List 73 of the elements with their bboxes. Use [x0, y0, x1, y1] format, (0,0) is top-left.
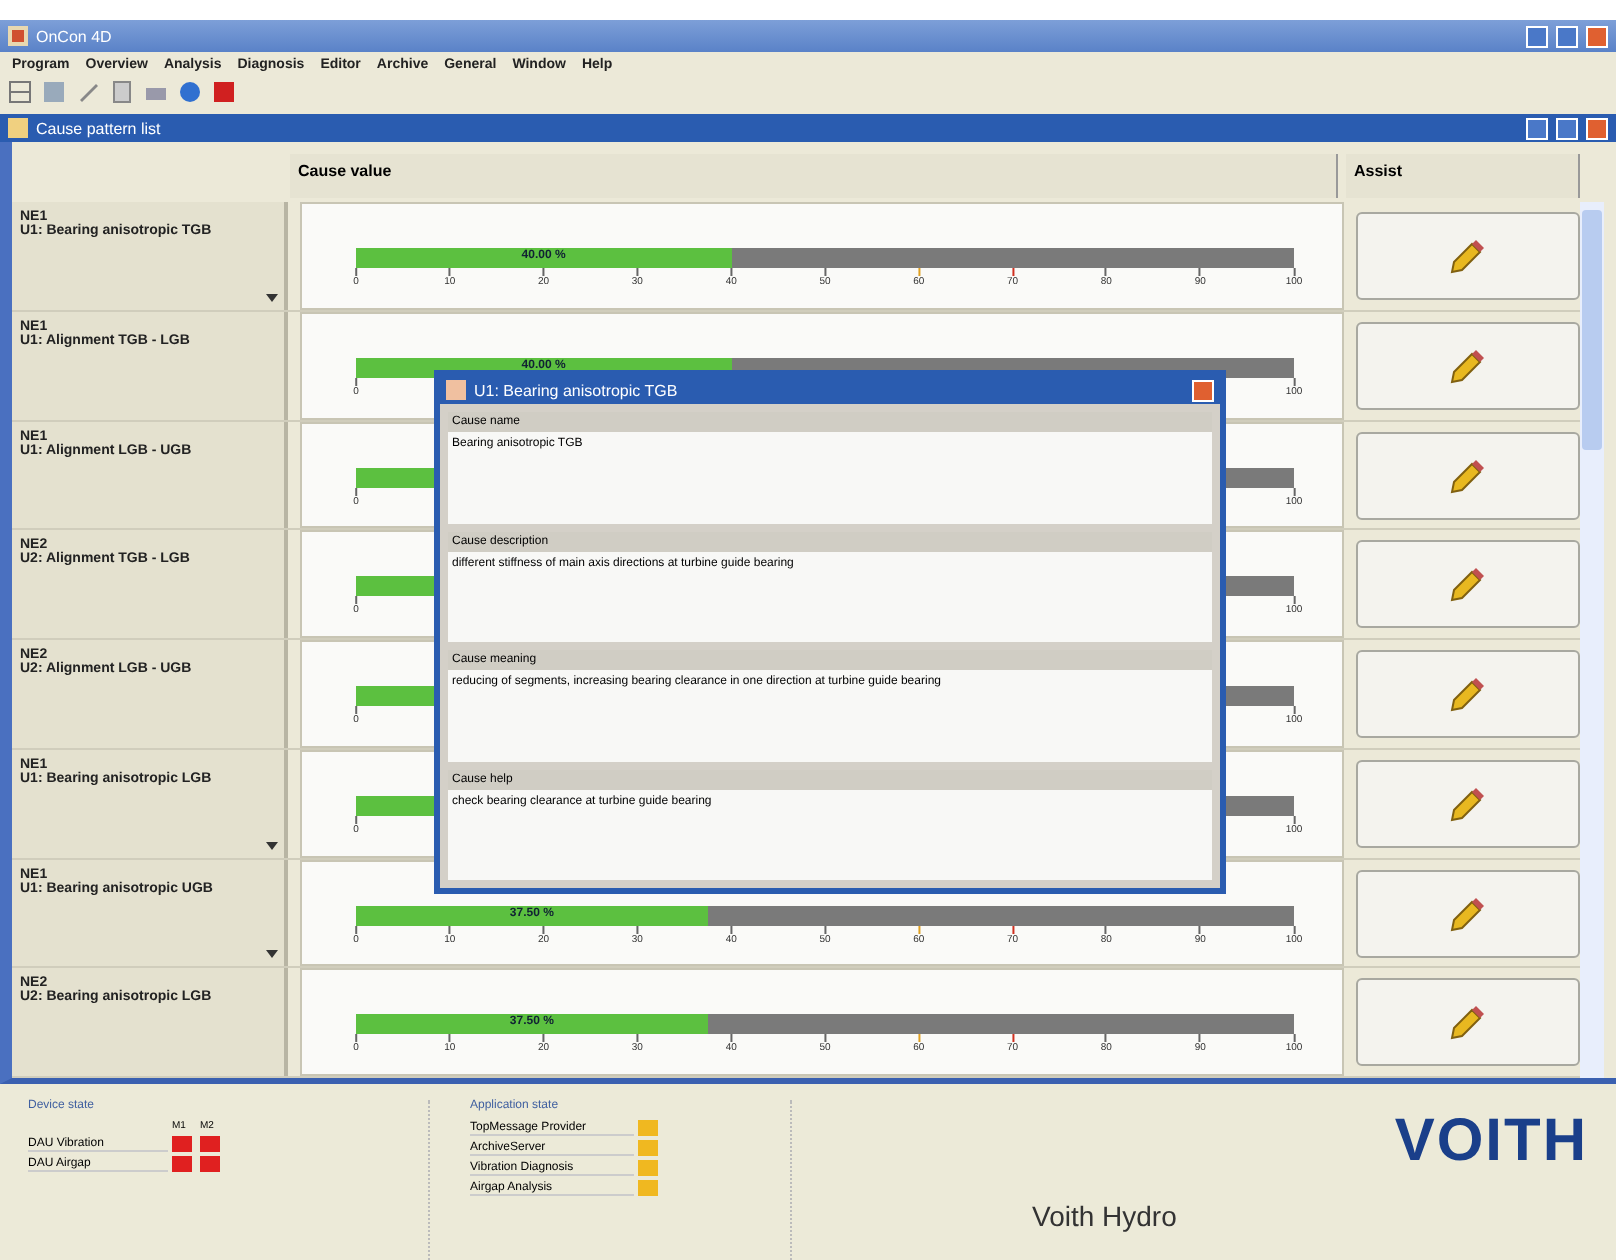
tick-mark	[1199, 925, 1202, 933]
expand-arrow-icon[interactable]	[266, 841, 278, 849]
column-header: Assist	[1346, 154, 1580, 198]
minimize-button[interactable]	[1526, 25, 1548, 47]
scrollbar[interactable]	[1580, 202, 1604, 1078]
tick-mark	[1293, 706, 1295, 714]
assist-button[interactable]	[1356, 978, 1580, 1067]
tick-mark	[730, 925, 733, 933]
tick-mark	[355, 815, 357, 824]
tick-mark	[448, 925, 451, 933]
tick-mark	[1293, 596, 1295, 605]
tick-mark	[824, 1034, 826, 1043]
tick-mark	[1105, 268, 1108, 276]
dialog-title: U1: Bearing anisotropic TGB	[474, 381, 678, 399]
tick-mark	[355, 268, 357, 276]
tick-mark	[1293, 1034, 1295, 1043]
tick-mark	[636, 268, 639, 276]
minimize-button[interactable]	[1526, 117, 1548, 139]
pencil-icon	[1446, 562, 1490, 607]
tick-mark	[355, 596, 357, 605]
assist-button[interactable]	[1356, 650, 1580, 738]
tick-mark	[355, 377, 357, 386]
stop-icon[interactable]	[212, 80, 236, 104]
assist-button[interactable]	[1356, 321, 1580, 410]
column-header: Cause value	[290, 154, 1338, 198]
close-button[interactable]	[1586, 117, 1608, 139]
tick-mark	[542, 268, 545, 276]
tick-mark	[1293, 377, 1295, 386]
tick-mark	[730, 1034, 733, 1043]
brand-logo: VOITH	[1394, 1108, 1588, 1176]
expand-arrow-icon[interactable]	[266, 293, 278, 302]
window-icon	[446, 380, 466, 400]
window-title: OnCon 4D	[36, 27, 112, 45]
maximize-button[interactable]	[1556, 25, 1578, 47]
tick-mark	[636, 1034, 639, 1043]
window-icon	[8, 118, 28, 138]
tick-mark	[542, 925, 545, 933]
tick-mark	[636, 925, 639, 933]
restore-button[interactable]	[1556, 117, 1578, 139]
tick-mark	[448, 1034, 451, 1043]
document-icon[interactable]	[110, 80, 134, 104]
assist-button[interactable]	[1356, 869, 1580, 957]
child-window-title: Cause pattern list	[36, 119, 161, 137]
division-name: Voith Hydro	[1032, 1200, 1177, 1232]
tick-mark	[1199, 1034, 1202, 1043]
assist-button[interactable]	[1356, 759, 1580, 848]
assist-button[interactable]	[1356, 540, 1580, 629]
close-button[interactable]	[1192, 379, 1214, 401]
pencil-icon	[1446, 672, 1490, 716]
expand-arrow-icon[interactable]	[266, 950, 278, 959]
tick-mark	[355, 706, 357, 714]
tick-mark	[355, 487, 357, 495]
grid-icon[interactable]	[8, 80, 32, 104]
tick-mark	[1105, 925, 1108, 933]
tick-mark	[355, 1034, 357, 1043]
pencil-icon	[1446, 234, 1490, 278]
tick-mark	[1293, 487, 1295, 495]
tick-mark	[824, 268, 826, 276]
tick-mark	[1199, 268, 1202, 276]
assist-button[interactable]	[1356, 212, 1580, 300]
tick-mark	[448, 268, 451, 276]
close-button[interactable]	[1586, 25, 1608, 47]
tick-mark	[730, 268, 733, 276]
pencil-icon	[1446, 1000, 1490, 1045]
app-icon	[8, 26, 28, 46]
assist-button[interactable]	[1356, 431, 1580, 519]
tick-mark	[355, 925, 357, 933]
tick-mark	[1293, 815, 1295, 824]
tick-mark	[824, 925, 826, 933]
tick-mark	[542, 1034, 545, 1043]
tick-mark	[1293, 268, 1295, 276]
tick-mark	[1105, 1034, 1108, 1043]
tick-mark	[1293, 925, 1295, 933]
